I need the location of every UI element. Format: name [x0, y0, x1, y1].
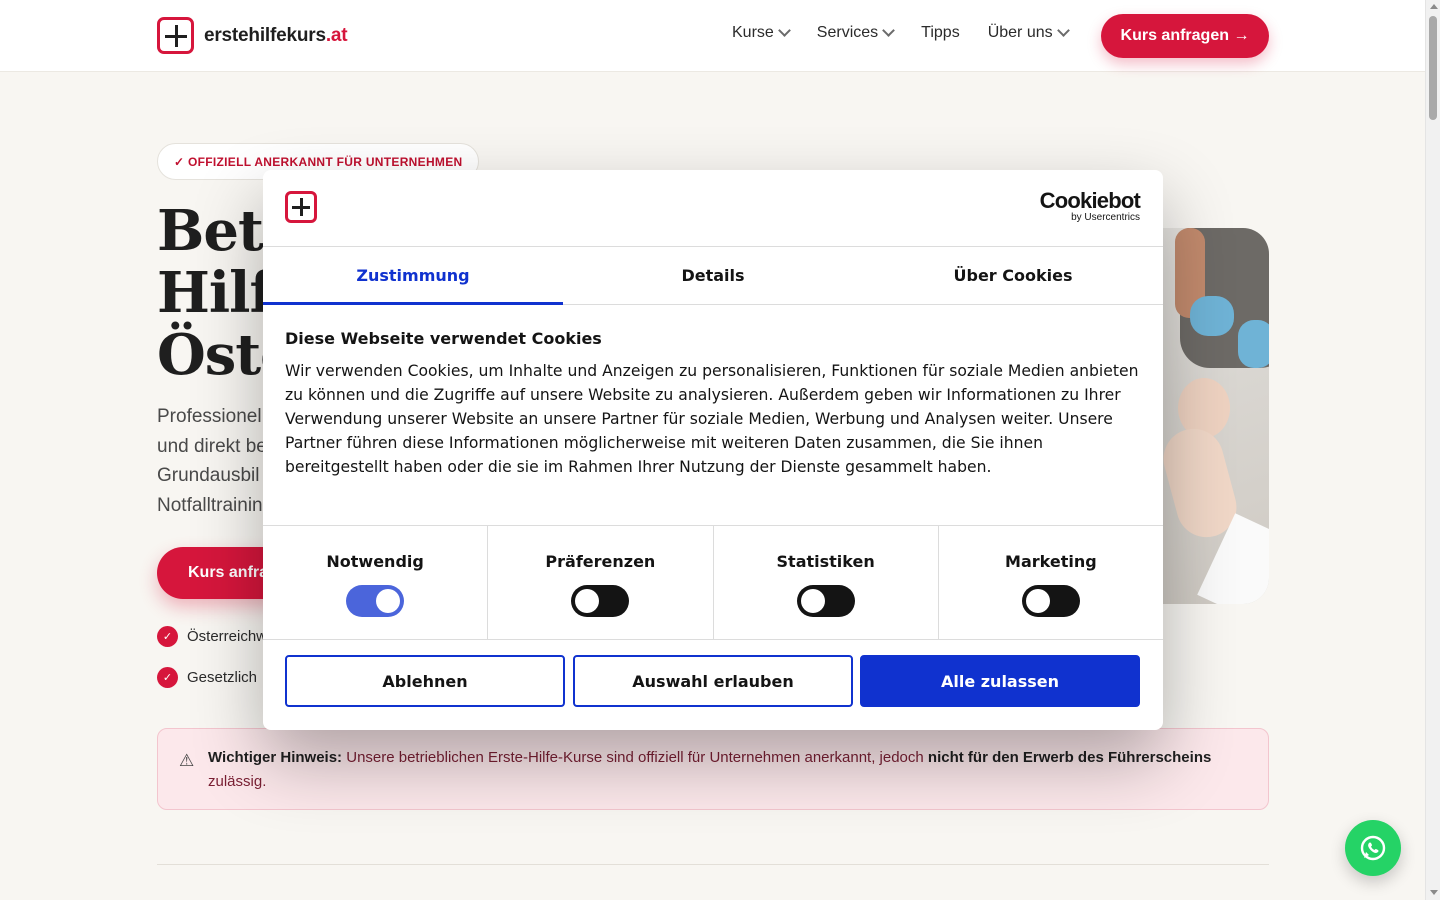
nav-item-ueber-uns[interactable]: Über uns	[988, 24, 1070, 42]
cookie-heading: Diese Webseite verwendet Cookies	[285, 329, 602, 348]
toggle-statistiken[interactable]	[796, 585, 855, 617]
first-aid-cross-icon	[157, 17, 194, 54]
cookie-description: Wir verwenden Cookies, um Inhalte und An…	[285, 362, 1139, 476]
toggle-notwendig[interactable]	[346, 585, 405, 617]
tab-details[interactable]: Details	[563, 247, 863, 304]
notice-text: Wichtiger Hinweis: Unsere betrieblichen …	[208, 749, 1212, 790]
allow-selection-button[interactable]: Auswahl erlauben	[573, 655, 853, 707]
important-notice: ⚠ Wichtiger Hinweis: Unsere betriebliche…	[157, 728, 1269, 810]
main-nav: Kurse Services Tipps Über uns	[732, 24, 1070, 42]
whatsapp-icon	[1360, 835, 1386, 861]
check-icon: ✓	[157, 667, 178, 688]
cookie-category-toggles: Notwendig Präferenzen Statistiken Market…	[263, 525, 1163, 640]
check-icon: ✓	[157, 626, 178, 647]
allow-all-button[interactable]: Alle zulassen	[860, 655, 1140, 707]
toggle-marketing[interactable]	[1021, 585, 1080, 617]
tab-ueber-cookies[interactable]: Über Cookies	[863, 247, 1163, 304]
chevron-down-icon	[882, 24, 896, 37]
chevron-down-icon	[1056, 24, 1070, 37]
scrollbar-thumb[interactable]	[1429, 16, 1437, 120]
nav-item-tipps[interactable]: Tipps	[921, 24, 960, 42]
chevron-down-icon	[777, 24, 791, 37]
page-scrollbar[interactable]	[1425, 0, 1440, 900]
whatsapp-chat-button[interactable]	[1345, 820, 1401, 876]
cookie-tabs: Zustimmung Details Über Cookies	[263, 247, 1163, 305]
scroll-down-icon[interactable]	[1430, 890, 1438, 895]
warning-icon: ⚠	[179, 751, 195, 770]
toggle-cell-statistiken: Statistiken	[714, 526, 939, 639]
toggle-praeferenzen[interactable]	[571, 585, 630, 617]
cookie-dialog-header: Cookiebot by Usercentrics	[263, 170, 1163, 247]
nav-item-services[interactable]: Services	[817, 24, 896, 42]
section-divider	[157, 864, 1269, 865]
cookiebot-logo[interactable]: Cookiebot by Usercentrics	[1038, 190, 1141, 224]
cookie-consent-dialog: Cookiebot by Usercentrics Zustimmung Det…	[263, 170, 1163, 730]
nav-item-kurse[interactable]: Kurse	[732, 24, 791, 42]
header-cta-button[interactable]: Kurs anfragen →	[1101, 14, 1269, 58]
toggle-cell-notwendig: Notwendig	[263, 526, 489, 639]
feature-check-item: ✓ Gesetzlich	[157, 667, 257, 688]
site-logo-icon	[285, 191, 317, 223]
site-header: erstehilfekurs.at Kurse Services Tipps Ü…	[0, 0, 1425, 72]
toggle-cell-praeferenzen: Präferenzen	[488, 526, 714, 639]
scroll-up-icon[interactable]	[1430, 4, 1438, 9]
tab-zustimmung[interactable]: Zustimmung	[263, 247, 563, 305]
reject-button[interactable]: Ablehnen	[285, 655, 565, 707]
logo-tld: .at	[325, 24, 348, 46]
logo-text: erstehilfekurs.at	[204, 24, 348, 46]
site-logo[interactable]: erstehilfekurs.at	[157, 17, 348, 54]
toggle-cell-marketing: Marketing	[939, 526, 1163, 639]
feature-check-item: ✓ Österreichw	[157, 626, 267, 647]
